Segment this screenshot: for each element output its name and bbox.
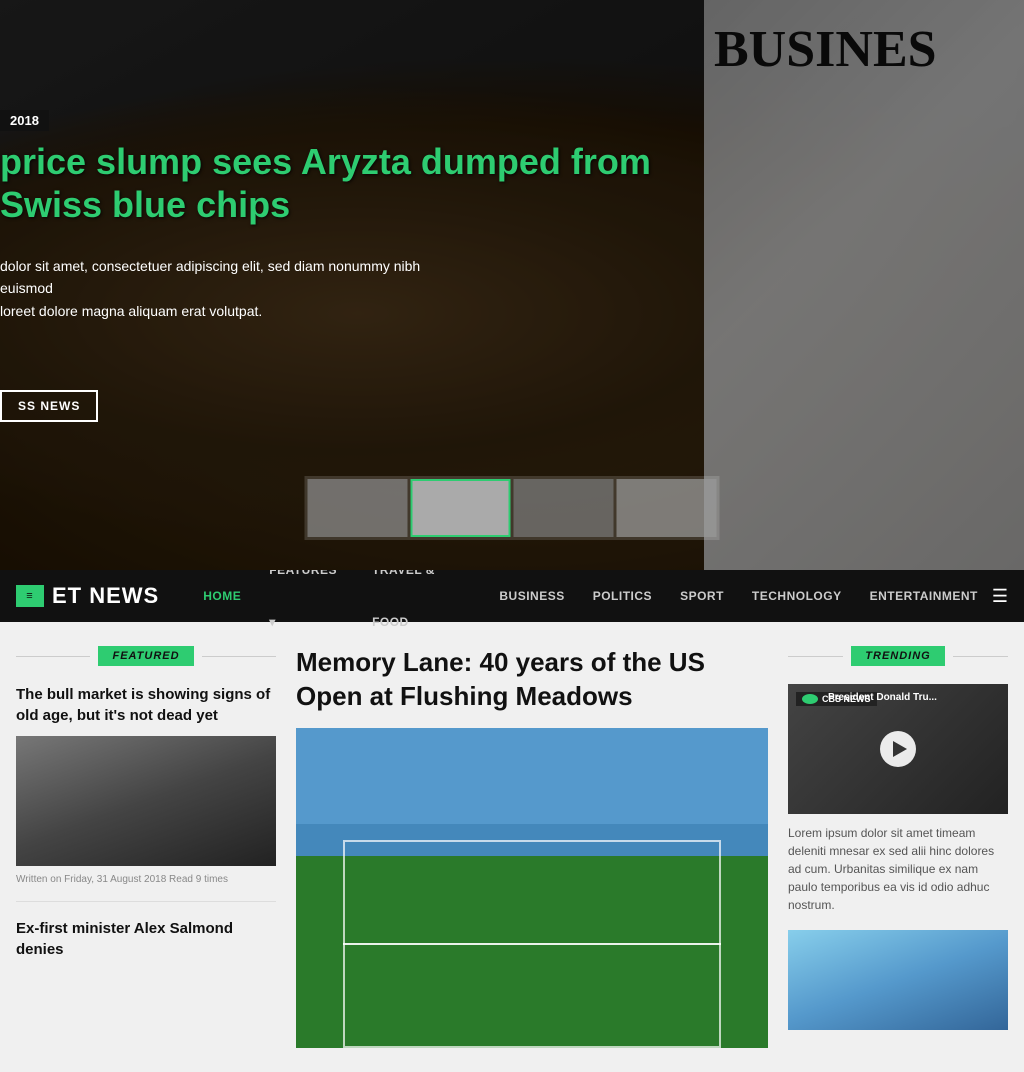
hero-section: BUSINES 2018 price slump sees Aryzta dum…: [0, 0, 1024, 570]
featured-article1-img-bg: [16, 736, 276, 866]
trending-badge: TRENDING: [851, 646, 944, 666]
trending-column: TRENDING CBS NEWS President Donald Tru..…: [788, 646, 1008, 1048]
hero-excerpt-line1: dolor sit amet, consectetuer adipiscing …: [0, 255, 460, 300]
center-article-image[interactable]: [296, 728, 768, 1048]
featured-article1-image[interactable]: [16, 736, 276, 866]
trending-section-header: TRENDING: [788, 646, 1008, 666]
site-logo[interactable]: ≡ ET NEWS: [16, 583, 159, 609]
logo-icon: ≡: [16, 585, 44, 607]
hero-thumbnail-strip: [305, 476, 720, 540]
trending-header-line-right: [953, 656, 1008, 657]
nav-item-business[interactable]: BUSINESS: [485, 570, 578, 622]
hero-date: 2018: [0, 110, 49, 131]
navigation: ≡ ET NEWS HOME FEATURES ▾ TRAVEL & FOOD …: [0, 570, 1024, 622]
cbs-eye-icon: [802, 694, 818, 704]
hero-thumb-1[interactable]: [308, 479, 408, 537]
featured-header-line-left: [16, 656, 90, 657]
play-triangle-icon: [893, 741, 907, 757]
nav-link-business[interactable]: BUSINESS: [485, 570, 578, 622]
nav-item-entertainment[interactable]: ENTERTAINMENT: [856, 570, 992, 622]
nav-link-home[interactable]: HOME: [189, 570, 255, 622]
featured-article1-title[interactable]: The bull market is showing signs of old …: [16, 684, 276, 726]
trending-video[interactable]: CBS NEWS President Donald Tru...: [788, 684, 1008, 814]
nav-link-politics[interactable]: POLITICS: [579, 570, 666, 622]
center-article-title[interactable]: Memory Lane: 40 years of the US Open at …: [296, 646, 768, 714]
nav-item-politics[interactable]: POLITICS: [579, 570, 666, 622]
trending-article2-image[interactable]: [788, 930, 1008, 1030]
center-column: Memory Lane: 40 years of the US Open at …: [296, 646, 768, 1048]
main-content: FEATURED The bull market is showing sign…: [0, 622, 1024, 1072]
nav-item-sport[interactable]: SPORT: [666, 570, 738, 622]
nav-link-technology[interactable]: TECHNOLOGY: [738, 570, 856, 622]
featured-header-line-right: [202, 656, 276, 657]
featured-article1-meta: Written on Friday, 31 August 2018 Read 9…: [16, 874, 276, 902]
nav-item-home[interactable]: HOME: [189, 570, 255, 622]
hero-excerpt-line2: loreet dolore magna aliquam erat volutpa…: [0, 300, 460, 322]
hero-read-more-button[interactable]: SS NEWS: [0, 390, 98, 422]
logo-text: ET NEWS: [52, 583, 159, 609]
featured-badge: FEATURED: [98, 646, 193, 666]
hamburger-icon[interactable]: ☰: [992, 586, 1008, 607]
hero-thumb-4[interactable]: [617, 479, 717, 537]
featured-article2-title[interactable]: Ex-first minister Alex Salmond denies: [16, 918, 276, 960]
hero-excerpt: dolor sit amet, consectetuer adipiscing …: [0, 255, 460, 322]
trending-video-title: President Donald Tru...: [828, 692, 937, 703]
play-button[interactable]: [880, 731, 916, 767]
nav-link-entertainment[interactable]: ENTERTAINMENT: [856, 570, 992, 622]
featured-section-header: FEATURED: [16, 646, 276, 666]
nav-link-sport[interactable]: SPORT: [666, 570, 738, 622]
hero-thumb-3[interactable]: [514, 479, 614, 537]
tennis-court-net: [343, 943, 721, 945]
trending-description: Lorem ipsum dolor sit amet timeam deleni…: [788, 824, 1008, 914]
hero-thumb-2[interactable]: [411, 479, 511, 537]
hero-title: price slump sees Aryzta dumped from Swis…: [0, 140, 720, 226]
trending-header-line-left: [788, 656, 843, 657]
nav-item-technology[interactable]: TECHNOLOGY: [738, 570, 856, 622]
featured-column: FEATURED The bull market is showing sign…: [16, 646, 276, 1048]
